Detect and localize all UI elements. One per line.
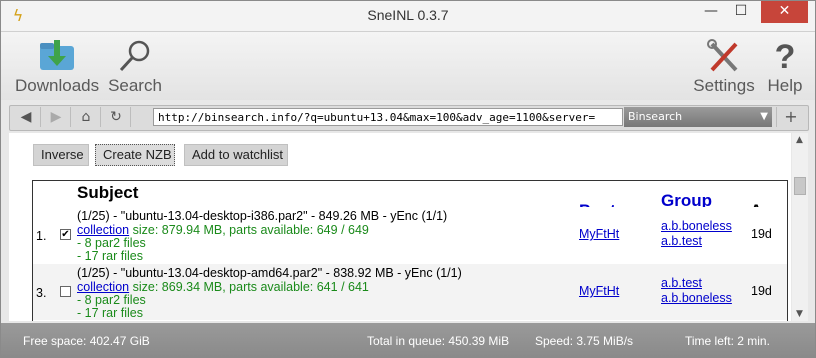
free-space-status: Free space: 402.47 GiB bbox=[23, 334, 150, 348]
group-cell: a.b.boneless a.b.test bbox=[661, 219, 732, 249]
group-link[interactable]: a.b.test bbox=[661, 234, 732, 249]
search-engine-select[interactable]: Binsearch ▼ bbox=[624, 107, 772, 127]
status-bar: Free space: 402.47 GiB Total in queue: 4… bbox=[1, 323, 815, 357]
search-label: Search bbox=[108, 76, 162, 95]
scroll-up-icon[interactable]: ▲ bbox=[796, 135, 803, 145]
collection-details: size: 879.94 MB, parts available: 649 / … bbox=[132, 223, 369, 237]
create-nzb-button[interactable]: Create NZB bbox=[95, 144, 175, 166]
subject-cell: (1/25) - "ubuntu-13.04-desktop-i386.par2… bbox=[77, 209, 572, 263]
downloads-label: Downloads bbox=[15, 76, 100, 95]
search-button[interactable]: Search bbox=[107, 38, 163, 96]
app-window: ϟ SneINL 0.3.7 — ☐ ✕ Downloads Search Se… bbox=[0, 0, 816, 358]
refresh-button[interactable]: ↻ bbox=[102, 107, 131, 127]
group-cell: a.b.test a.b.boneless bbox=[661, 276, 732, 306]
svg-text:?: ? bbox=[775, 38, 796, 74]
par2-count: - 8 par2 files bbox=[77, 236, 146, 250]
collection-details: size: 869.34 MB, parts available: 641 / … bbox=[132, 280, 369, 294]
vertical-scrollbar[interactable]: ▲ ▼ bbox=[792, 133, 808, 321]
back-button[interactable]: ◀ bbox=[12, 107, 41, 127]
row-index: 1. bbox=[36, 229, 47, 243]
scrollbar-thumb[interactable] bbox=[794, 177, 806, 195]
forward-button[interactable]: ▶ bbox=[42, 107, 71, 127]
row-index: 3. bbox=[36, 286, 47, 300]
help-button[interactable]: ? Help bbox=[761, 38, 809, 96]
queue-status: Total in queue: 450.39 MiB bbox=[367, 334, 510, 348]
refresh-icon: ↻ bbox=[110, 109, 122, 125]
par2-count: - 8 par2 files bbox=[77, 293, 146, 307]
subject-header: Subject bbox=[77, 183, 139, 202]
minimize-button[interactable]: — bbox=[697, 1, 725, 23]
collection-link[interactable]: collection bbox=[77, 280, 129, 294]
arrow-left-icon: ◀ bbox=[20, 109, 32, 125]
home-button[interactable]: ⌂ bbox=[72, 107, 101, 127]
table-row: 1. ✔ (1/25) - "ubuntu-13.04-desktop-i386… bbox=[33, 207, 787, 263]
settings-label: Settings bbox=[693, 76, 755, 95]
inverse-button[interactable]: Inverse bbox=[33, 144, 89, 166]
poster-link[interactable]: MyFtHt bbox=[579, 284, 619, 298]
home-icon: ⌂ bbox=[81, 109, 91, 125]
help-question-icon: ? bbox=[775, 38, 796, 74]
results-panel: Inverse Create NZB Add to watchlist Subj… bbox=[9, 133, 791, 321]
downloads-button[interactable]: Downloads bbox=[15, 38, 99, 96]
help-label: Help bbox=[767, 76, 803, 95]
downloads-folder-icon bbox=[40, 40, 74, 70]
subject-title: (1/25) - "ubuntu-13.04-desktop-i386.par2… bbox=[77, 209, 448, 223]
add-button[interactable]: + bbox=[776, 107, 805, 127]
plus-icon: + bbox=[784, 107, 798, 126]
subject-title: (1/25) - "ubuntu-13.04-desktop-amd64.par… bbox=[77, 266, 462, 280]
table-header: Subject Poster Group Age bbox=[33, 181, 787, 220]
age-cell: 19d bbox=[751, 227, 772, 241]
group-link[interactable]: a.b.boneless bbox=[661, 219, 732, 234]
rar-count: - 17 rar files bbox=[77, 249, 143, 263]
group-link[interactable]: a.b.boneless bbox=[661, 291, 732, 306]
url-input[interactable]: http://binsearch.info/?q=ubuntu+13.04&ma… bbox=[153, 108, 623, 126]
time-left-status: Time left: 2 min. bbox=[685, 334, 770, 348]
table-row: 3. (1/25) - "ubuntu-13.04-desktop-amd64.… bbox=[33, 264, 787, 320]
group-link[interactable]: a.b.test bbox=[661, 276, 732, 291]
settings-button[interactable]: Settings bbox=[693, 38, 755, 96]
scroll-down-icon[interactable]: ▼ bbox=[796, 309, 803, 319]
title-bar: ϟ SneINL 0.3.7 — ☐ ✕ bbox=[1, 1, 815, 32]
maximize-button[interactable]: ☐ bbox=[727, 1, 755, 23]
row-checkbox[interactable] bbox=[60, 286, 71, 297]
arrow-right-icon: ▶ bbox=[50, 109, 62, 125]
subject-cell: (1/25) - "ubuntu-13.04-desktop-amd64.par… bbox=[77, 266, 572, 320]
close-button[interactable]: ✕ bbox=[761, 1, 808, 23]
toolbar: Downloads Search Settings ? Help bbox=[1, 32, 815, 100]
age-cell: 19d bbox=[751, 284, 772, 298]
poster-link[interactable]: MyFtHt bbox=[579, 227, 619, 241]
collection-link[interactable]: collection bbox=[77, 223, 129, 237]
row-checkbox[interactable]: ✔ bbox=[60, 229, 71, 240]
window-title: SneINL 0.3.7 bbox=[367, 7, 449, 23]
add-to-watchlist-button[interactable]: Add to watchlist bbox=[184, 144, 288, 166]
search-engine-value: Binsearch bbox=[628, 110, 683, 123]
rar-count: - 17 rar files bbox=[77, 306, 143, 320]
navigation-bar: ◀ ▶ ⌂ ↻ http://binsearch.info/?q=ubuntu+… bbox=[9, 105, 809, 131]
chevron-down-icon: ▼ bbox=[760, 111, 768, 122]
speed-status: Speed: 3.75 MiB/s bbox=[535, 334, 634, 348]
group-header: Group bbox=[661, 191, 712, 210]
results-table: Subject Poster Group Age 1. ✔ (1/25) - "… bbox=[32, 180, 788, 321]
search-icon bbox=[119, 40, 150, 72]
settings-tools-icon bbox=[707, 39, 738, 72]
